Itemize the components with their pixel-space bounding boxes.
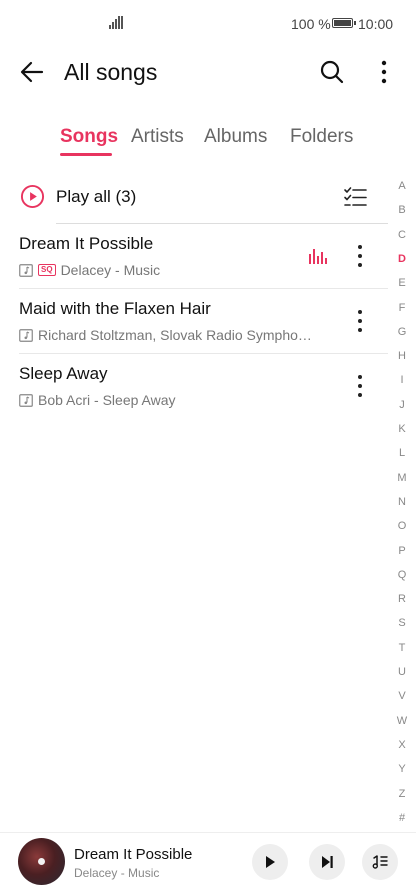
alpha-index-letter[interactable]: Q [392, 569, 412, 581]
more-vertical-icon [358, 245, 362, 267]
sq-badge: SQ [38, 264, 56, 276]
queue-button[interactable] [362, 844, 398, 880]
song-subtitle-line: SQ Delacey - Music [19, 262, 160, 278]
song-row[interactable]: Maid with the Flaxen Hair Richard Stoltz… [0, 289, 388, 354]
play-button[interactable] [252, 844, 288, 880]
alpha-index-letter[interactable]: V [392, 690, 412, 702]
alpha-index-letter[interactable]: L [392, 447, 412, 459]
alpha-index-letter[interactable]: A [392, 180, 412, 192]
song-subtitle-line: Bob Acri - Sleep Away [19, 392, 175, 408]
alpha-index-letter[interactable]: X [392, 739, 412, 751]
alpha-index-letter[interactable]: D [392, 253, 412, 265]
alpha-index-letter[interactable]: O [392, 520, 412, 532]
alpha-index-letter[interactable]: F [392, 302, 412, 314]
alpha-index-letter[interactable]: C [392, 229, 412, 241]
arrow-left-icon [20, 61, 44, 83]
tab-songs[interactable]: Songs [60, 126, 118, 148]
song-title: Sleep Away [19, 364, 108, 383]
search-button[interactable] [316, 56, 348, 88]
page-title: All songs [64, 59, 158, 85]
alpha-index-letter[interactable]: G [392, 326, 412, 338]
song-row[interactable]: Sleep Away Bob Acri - Sleep Away [0, 354, 388, 419]
alpha-index-letter[interactable]: N [392, 496, 412, 508]
more-vertical-icon [358, 310, 362, 332]
alpha-index-letter[interactable]: J [392, 399, 412, 411]
local-file-icon [19, 263, 33, 277]
song-more-button[interactable] [348, 307, 372, 335]
search-icon [320, 60, 344, 84]
more-vertical-icon [381, 60, 387, 84]
song-subtitle: Delacey - Music [60, 262, 161, 278]
alpha-index-letter[interactable]: Y [392, 763, 412, 775]
album-cover[interactable] [18, 838, 65, 885]
more-options-button[interactable] [368, 56, 400, 88]
alpha-index-letter[interactable]: T [392, 642, 412, 654]
alpha-index-letter[interactable]: Z [392, 788, 412, 800]
local-file-icon [19, 393, 33, 407]
clock: 10:00 [358, 16, 394, 32]
play-all-row[interactable]: Play all (3) [0, 176, 388, 224]
tab-bar: Songs Artists Albums Folders [0, 120, 416, 160]
status-bar: 100 % 10:00 [0, 0, 416, 48]
active-tab-indicator [60, 153, 112, 156]
now-playing-title: Dream It Possible [74, 846, 193, 863]
song-title: Dream It Possible [19, 234, 154, 253]
more-vertical-icon [358, 375, 362, 397]
equalizer-icon [309, 249, 327, 264]
playlist-icon [372, 855, 388, 869]
alpha-index-letter[interactable]: S [392, 617, 412, 629]
checklist-icon [344, 187, 367, 206]
mini-player[interactable]: Dream It Possible Delacey - Music [0, 832, 416, 889]
tab-folders[interactable]: Folders [290, 126, 353, 148]
signal-icon [109, 16, 123, 29]
alpha-index-letter[interactable]: P [392, 545, 412, 557]
alpha-index-letter[interactable]: # [392, 812, 412, 824]
song-more-button[interactable] [348, 242, 372, 270]
play-icon [266, 856, 275, 868]
play-all-label: Play all (3) [56, 187, 137, 206]
alpha-index-letter[interactable]: U [392, 666, 412, 678]
local-file-icon [19, 328, 33, 342]
alpha-index-letter[interactable]: B [392, 204, 412, 216]
alpha-index-letter[interactable]: W [392, 715, 412, 727]
play-circle-icon [20, 184, 45, 209]
song-subtitle-line: Richard Stoltzman, Slovak Radio Sympho… [19, 327, 312, 343]
alpha-index-letter[interactable]: M [392, 472, 412, 484]
battery-percent: 100 % [291, 16, 331, 32]
skip-next-icon [322, 856, 333, 868]
now-playing-artist: Delacey - Music [74, 866, 160, 880]
tab-artists[interactable]: Artists [131, 126, 184, 148]
battery-icon [332, 18, 356, 28]
multi-select-button[interactable] [342, 184, 368, 210]
alpha-index-letter[interactable]: E [392, 277, 412, 289]
alpha-index-letter[interactable]: I [392, 374, 412, 386]
song-more-button[interactable] [348, 372, 372, 400]
song-subtitle: Bob Acri - Sleep Away [38, 392, 176, 408]
tab-albums[interactable]: Albums [204, 126, 267, 148]
alpha-index-letter[interactable]: H [392, 350, 412, 362]
back-button[interactable] [16, 56, 48, 88]
next-button[interactable] [309, 844, 345, 880]
song-title: Maid with the Flaxen Hair [19, 299, 211, 318]
song-subtitle: Richard Stoltzman, Slovak Radio Sympho… [38, 327, 312, 343]
alpha-index-letter[interactable]: K [392, 423, 412, 435]
app-bar: All songs [0, 48, 416, 96]
alpha-index-letter[interactable]: R [392, 593, 412, 605]
song-row[interactable]: Dream It Possible SQ Delacey - Music [0, 224, 388, 289]
